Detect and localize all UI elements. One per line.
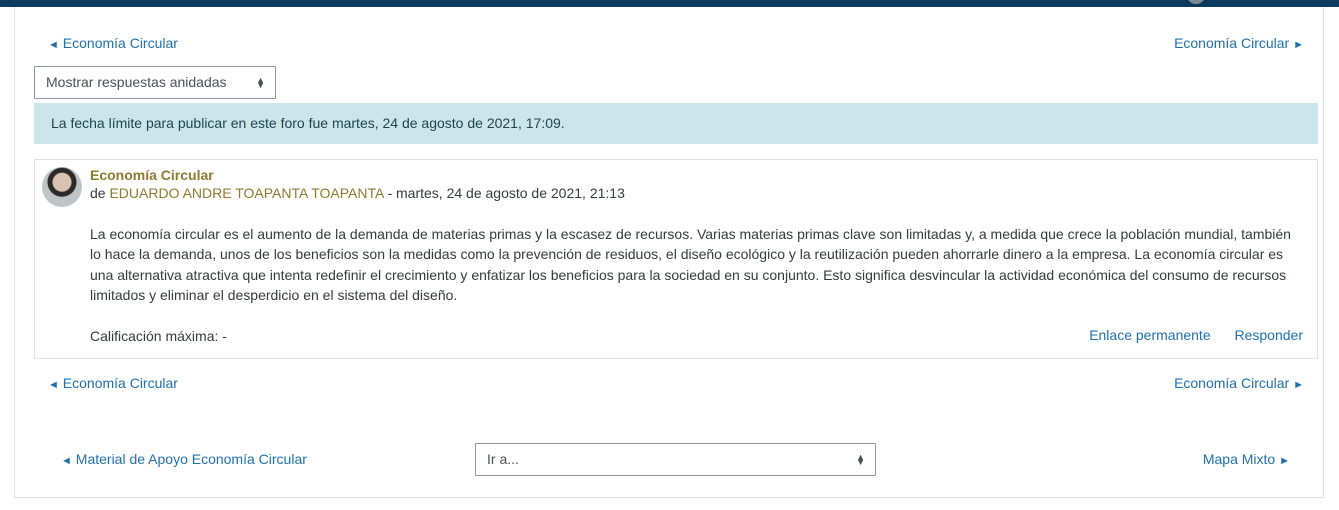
next-discussion-link-bottom[interactable]: Economía Circular ► (1174, 374, 1304, 394)
deadline-alert-text: La fecha límite para publicar en este fo… (51, 115, 565, 131)
top-navbar (0, 0, 1339, 7)
next-discussion-link[interactable]: Economía Circular ► (1174, 34, 1304, 54)
post-actions: Enlace permanente Responder (1069, 327, 1303, 343)
post-date: - martes, 24 de agosto de 2021, 21:13 (383, 185, 625, 201)
triangle-left-icon: ◄ (48, 379, 59, 391)
deadline-alert: La fecha límite para publicar en este fo… (34, 103, 1318, 144)
prev-discussion-link-bottom[interactable]: ◄ Economía Circular (48, 374, 178, 394)
updown-caret-icon: ▲ ▼ (256, 74, 265, 90)
prev-activity-label: Material de Apoyo Economía Circular (75, 451, 307, 467)
reply-link[interactable]: Responder (1235, 327, 1304, 343)
triangle-left-icon: ◄ (61, 455, 72, 467)
post-subject: Economía Circular (90, 167, 214, 183)
permalink-link[interactable]: Enlace permanente (1089, 327, 1210, 343)
next-activity-link[interactable]: Mapa Mixto ► (1203, 450, 1290, 470)
updown-caret-icon: ▲ ▼ (856, 451, 865, 467)
triangle-right-icon: ► (1279, 455, 1290, 467)
post-rating: Calificación máxima: - (90, 328, 227, 344)
post-body: La economía circular es el aumento de la… (90, 226, 1291, 304)
by-prefix: de (90, 185, 106, 201)
prev-discussion-link[interactable]: ◄ Economía Circular (48, 34, 178, 54)
next-discussion-label: Economía Circular (1174, 35, 1290, 51)
display-mode-select[interactable]: Mostrar respuestas anidadas ▲ ▼ (34, 66, 276, 99)
next-activity-label: Mapa Mixto (1202, 451, 1276, 467)
author-avatar[interactable] (42, 167, 82, 207)
forum-post: Economía Circular de EDUARDO ANDRE TOAPA… (34, 159, 1318, 359)
author-link[interactable]: EDUARDO ANDRE TOAPANTA TOAPANTA (109, 185, 383, 201)
next-discussion-label: Economía Circular (1174, 375, 1290, 391)
prev-activity-link[interactable]: ◄ Material de Apoyo Economía Circular (61, 450, 307, 470)
post-byline: de EDUARDO ANDRE TOAPANTA TOAPANTA - mar… (90, 185, 625, 201)
main-content-panel: ◄ Economía Circular Economía Circular ► … (14, 7, 1324, 498)
triangle-right-icon: ► (1293, 379, 1304, 391)
triangle-left-icon: ◄ (48, 39, 59, 51)
user-avatar[interactable] (1188, 0, 1204, 4)
triangle-right-icon: ► (1293, 39, 1304, 51)
jump-to-value: Ir a... (487, 451, 519, 467)
jump-to-select[interactable]: Ir a... ▲ ▼ (475, 443, 876, 476)
prev-discussion-label: Economía Circular (62, 35, 178, 51)
display-mode-value: Mostrar respuestas anidadas (46, 74, 227, 90)
prev-discussion-label: Economía Circular (62, 375, 178, 391)
